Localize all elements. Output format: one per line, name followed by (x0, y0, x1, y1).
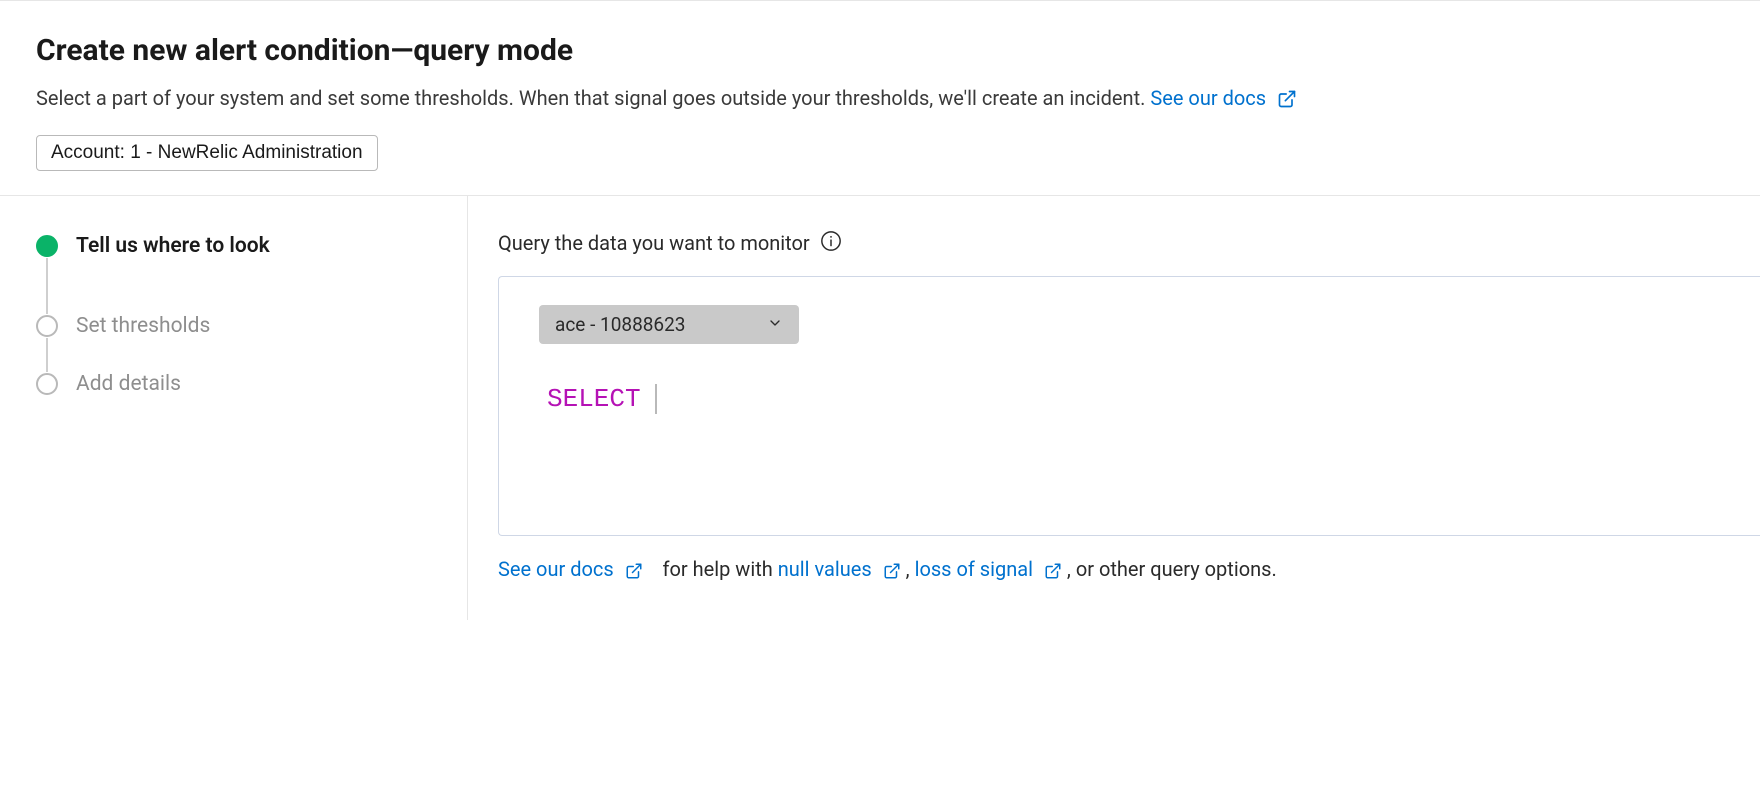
see-docs-link-header[interactable]: See our docs (1150, 86, 1297, 110)
data-source-select[interactable]: ace - 10888623 (539, 305, 799, 344)
account-select[interactable]: Account: 1 - NewRelic Administration (36, 135, 378, 171)
external-link-icon (1044, 556, 1062, 586)
page-subtitle: Select a part of your system and set som… (36, 84, 1724, 115)
step-add-details[interactable]: Add details (36, 372, 431, 396)
link-label: loss of signal (915, 557, 1033, 581)
stepper: Tell us where to look Set thresholds Add… (0, 196, 468, 620)
step-set-thresholds[interactable]: Set thresholds (36, 314, 431, 338)
step-connector (46, 258, 48, 314)
account-select-label: Account: 1 - NewRelic Administration (51, 142, 363, 164)
external-link-icon (883, 556, 901, 586)
query-text-line[interactable]: SELECT (539, 384, 1736, 414)
step-label: Tell us where to look (76, 234, 270, 258)
step-connector (46, 338, 48, 372)
link-label: See our docs (498, 557, 614, 581)
text-cursor (655, 384, 657, 414)
help-mid-text: for help with (663, 557, 773, 581)
page-title: Create new alert condition—query mode (36, 33, 1724, 68)
info-icon[interactable] (820, 230, 842, 256)
step-dot-icon (36, 315, 58, 337)
query-heading-row: Query the data you want to monitor (498, 230, 1760, 256)
body: Tell us where to look Set thresholds Add… (0, 196, 1760, 620)
chevron-down-icon (767, 313, 783, 336)
help-sep: , (906, 557, 910, 581)
page-subtitle-text: Select a part of your system and set som… (36, 86, 1145, 110)
help-tail-text: , or other query options. (1067, 557, 1277, 581)
external-link-icon (625, 556, 643, 586)
step-dot-icon (36, 235, 58, 257)
data-source-label: ace - 10888623 (555, 313, 685, 336)
page-header: Create new alert condition—query mode Se… (0, 0, 1760, 196)
external-link-icon (1277, 86, 1297, 115)
step-dot-icon (36, 373, 58, 395)
query-heading: Query the data you want to monitor (498, 231, 810, 255)
see-docs-link-label: See our docs (1150, 86, 1266, 110)
query-editor[interactable]: ace - 10888623 SELECT (498, 276, 1760, 536)
see-docs-link-help[interactable]: See our docs (498, 557, 648, 581)
step-label: Add details (76, 372, 181, 396)
main-panel: Query the data you want to monitor ace -… (468, 196, 1760, 620)
link-label: null values (778, 557, 872, 581)
query-keyword: SELECT (547, 384, 641, 414)
step-label: Set thresholds (76, 314, 210, 338)
step-where-to-look[interactable]: Tell us where to look (36, 234, 431, 258)
query-help-line: See our docs for help with null values (498, 536, 1760, 586)
null-values-link[interactable]: null values (778, 557, 906, 581)
loss-of-signal-link[interactable]: loss of signal (915, 557, 1067, 581)
